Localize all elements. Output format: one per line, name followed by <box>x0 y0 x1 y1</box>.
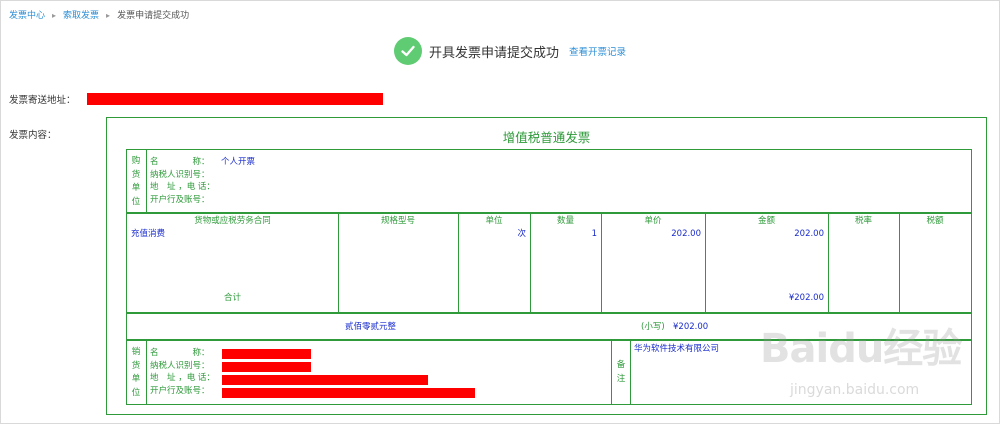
buyer-name-value: 个人开票 <box>221 157 256 167</box>
header-spec: 规格型号 <box>380 216 415 226</box>
remark-text: 华为软件技术有限公司 <box>634 344 720 354</box>
buyer-name-label: 名 称： <box>150 157 210 167</box>
header-price: 单价 <box>644 216 662 226</box>
header-amount: 金额 <box>757 216 775 226</box>
buyer-bank-label: 开户行及账号： <box>150 195 210 205</box>
items-table: 货物或应税劳务合同 规格型号 单位 数量 单价 金额 税率 税额 充值消费 次 … <box>126 213 972 313</box>
divider <box>611 341 612 404</box>
divider <box>146 341 147 404</box>
breadcrumb-invoice-center[interactable]: 发票中心 <box>9 11 45 21</box>
buyer-side-label: 购 货 单 位 <box>130 155 142 209</box>
header-qty: 数量 <box>556 216 574 226</box>
item-amount: 202.00 <box>794 229 824 239</box>
breadcrumb-request-invoice[interactable]: 索取发票 <box>63 11 99 21</box>
side-char: 销 <box>131 347 141 357</box>
redacted-seller-bank <box>222 388 475 398</box>
summary-row: 贰佰零贰元整 (小写) ¥202.00 <box>126 313 972 340</box>
redacted-seller-address <box>222 375 428 385</box>
seller-taxid-label: 纳税人识别号： <box>150 361 210 371</box>
success-banner: 开具发票申请提交成功 查看开票记录 <box>394 36 626 66</box>
buyer-section: 购 货 单 位 名 称： 个人开票 纳税人识别号： 地 址 ，电 话： 开户行及… <box>126 149 972 213</box>
side-char: 单 <box>131 374 141 384</box>
address-label: 发票寄送地址： <box>9 95 76 106</box>
chevron-right-icon: ▸ <box>106 11 111 20</box>
divider <box>630 341 631 404</box>
side-char: 位 <box>131 387 141 398</box>
total-amount: ¥202.00 <box>788 293 824 303</box>
divider <box>146 150 147 212</box>
side-char: 注 <box>616 373 626 384</box>
redacted-address <box>87 93 383 105</box>
header-goods: 货物或应税劳务合同 <box>194 216 271 226</box>
remark-label: 备 注 <box>615 359 627 386</box>
col-divider <box>828 214 829 312</box>
check-icon <box>394 37 422 65</box>
side-char: 货 <box>131 169 141 180</box>
header-tax: 税额 <box>926 216 944 226</box>
amount-in-words: 贰佰零贰元整 <box>345 322 397 332</box>
item-price: 202.00 <box>671 229 701 239</box>
header-rate: 税率 <box>854 216 872 226</box>
seller-address-label: 地 址 ，电 话： <box>150 373 215 383</box>
small-amount: ¥202.00 <box>673 322 709 332</box>
invoice-title: 增值税普通发票 <box>502 130 591 145</box>
item-name: 充值消费 <box>131 229 166 239</box>
side-char: 位 <box>131 196 141 207</box>
seller-name-label: 名 称： <box>150 348 210 358</box>
side-char: 单 <box>131 183 141 193</box>
redacted-seller-taxid <box>222 362 311 372</box>
view-records-link[interactable]: 查看开票记录 <box>569 44 626 58</box>
content-label: 发票内容： <box>9 130 57 141</box>
buyer-address-label: 地 址 ，电 话： <box>150 182 215 192</box>
item-qty: 1 <box>591 229 597 239</box>
side-char: 备 <box>616 360 626 370</box>
small-label: (小写) <box>641 322 665 332</box>
success-message: 开具发票申请提交成功 <box>429 45 560 61</box>
invoice: 增值税普通发票 购 货 单 位 名 称： 个人开票 纳税人识别号： 地 址 ，电… <box>106 117 987 415</box>
seller-side-label: 销 货 单 位 <box>130 346 142 400</box>
total-label: 合计 <box>223 293 241 303</box>
breadcrumb: 发票中心 ▸ 索取发票 ▸ 发票申请提交成功 <box>9 8 189 21</box>
seller-bank-label: 开户行及账号： <box>150 386 210 396</box>
buyer-taxid-label: 纳税人识别号： <box>150 170 210 180</box>
side-char: 购 <box>131 156 141 166</box>
side-char: 货 <box>131 360 141 371</box>
col-divider <box>899 214 900 312</box>
item-unit: 次 <box>517 229 526 239</box>
chevron-right-icon: ▸ <box>52 11 57 20</box>
col-divider <box>338 214 339 312</box>
seller-section: 销 货 单 位 名 称： 纳税人识别号： 地 址 ，电 话： 开户行及账号： 备… <box>126 340 972 405</box>
breadcrumb-current: 发票申请提交成功 <box>117 11 190 21</box>
header-unit: 单位 <box>485 216 503 226</box>
redacted-seller-name <box>222 349 311 359</box>
